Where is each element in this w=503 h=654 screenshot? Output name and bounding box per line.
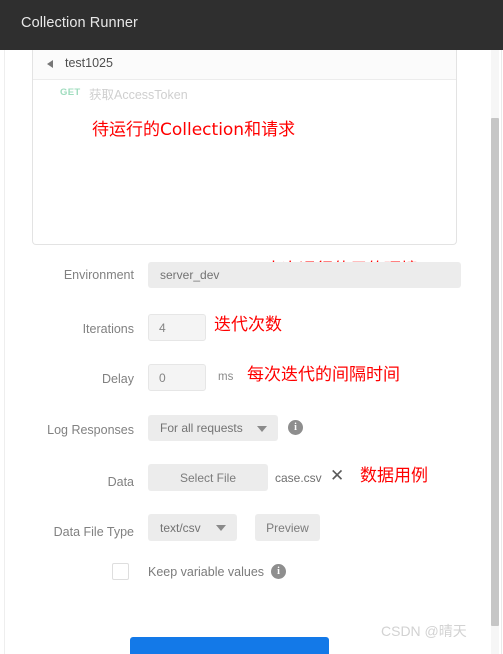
delay-input[interactable]: 0 <box>148 364 206 391</box>
iterations-label: Iterations <box>82 322 134 336</box>
data-file-type-select[interactable]: text/csv <box>148 514 237 541</box>
keep-variable-values-label: Keep variable values <box>148 565 265 579</box>
window-titlebar: Collection Runner <box>0 0 503 50</box>
iterations-row: Iterations <box>0 318 470 348</box>
keep-variable-values-info-icon[interactable]: i <box>271 564 286 579</box>
request-name-label: 获取AccessToken <box>89 88 188 102</box>
select-file-label: Select File <box>179 470 237 485</box>
csdn-watermark: CSDN @晴天 <box>381 623 467 639</box>
data-file-name: case.csv <box>275 471 322 485</box>
log-responses-info-icon[interactable]: i <box>288 420 303 435</box>
environment-select[interactable]: server_dev <box>148 262 461 288</box>
log-responses-select[interactable]: For all requests <box>148 415 278 441</box>
collection-name-label: test1025 <box>65 56 113 70</box>
close-icon[interactable]: ✕ <box>330 468 344 485</box>
run-button[interactable] <box>130 637 329 654</box>
log-responses-label: Log Responses <box>47 423 134 437</box>
environment-value: server_dev <box>160 268 220 282</box>
caret-left-icon[interactable] <box>47 60 53 68</box>
collection-runner-window: Collection Runner test1025 GET 获取AccessT… <box>0 0 503 654</box>
iterations-input[interactable]: 4 <box>148 314 206 341</box>
environment-label: Environment <box>63 268 134 282</box>
preview-button[interactable]: Preview <box>255 514 320 541</box>
delay-label: Delay <box>102 372 134 386</box>
chevron-down-icon[interactable] <box>216 525 226 531</box>
delay-value: 0 <box>159 370 166 385</box>
data-file-type-label: Data File Type <box>53 525 134 539</box>
delay-row: Delay <box>0 368 470 398</box>
window-title: Collection Runner <box>21 15 138 31</box>
delay-unit-label: ms <box>218 371 234 383</box>
left-rail-divider <box>4 50 5 654</box>
preview-label: Preview <box>266 520 309 535</box>
data-file-type-value: text/csv <box>160 520 201 535</box>
iterations-value: 4 <box>159 320 166 335</box>
select-file-button[interactable]: Select File <box>148 464 268 491</box>
request-list-item[interactable]: GET 获取AccessToken <box>33 80 456 106</box>
data-label: Data <box>107 475 134 489</box>
log-responses-value: For all requests <box>160 421 243 435</box>
chevron-down-icon[interactable] <box>257 426 267 432</box>
keep-variable-values-checkbox[interactable] <box>112 563 129 580</box>
collection-panel: test1025 GET 获取AccessToken <box>32 50 457 245</box>
right-edge-divider <box>501 50 502 654</box>
annotation-collection: 待运行的Collection和请求 <box>92 120 296 140</box>
vertical-scrollbar-thumb[interactable] <box>491 118 499 626</box>
collection-header-row[interactable]: test1025 <box>33 50 456 80</box>
request-method-label: GET <box>60 87 81 98</box>
